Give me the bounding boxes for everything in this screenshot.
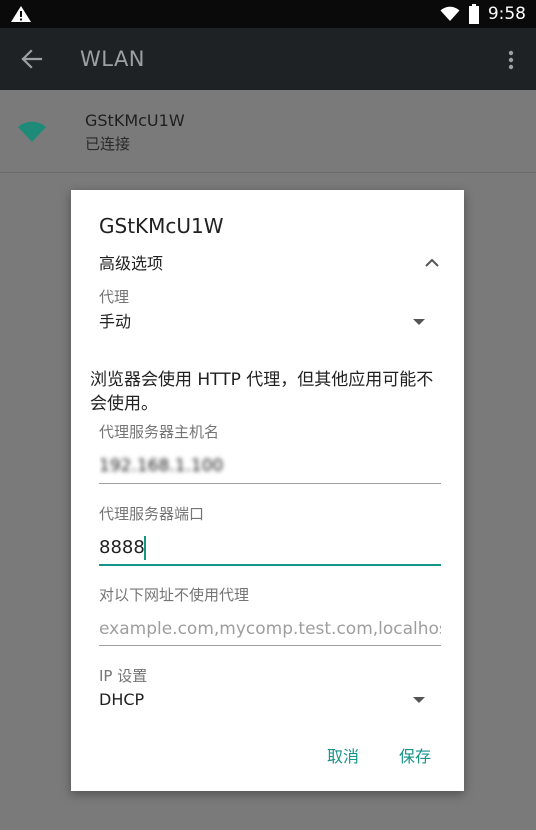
save-button[interactable]: 保存 — [395, 743, 435, 771]
wifi-dialog: GStKMcU1W 高级选项 代理 手动 浏览器会使用 HTTP 代理，但其他应… — [71, 190, 464, 791]
cancel-button[interactable]: 取消 — [323, 743, 363, 771]
bypass-label: 对以下网址不使用代理 — [99, 586, 250, 604]
back-arrow-icon[interactable] — [20, 48, 44, 70]
proxy-label: 代理 — [99, 288, 130, 306]
proxy-port-value: 8888 — [99, 537, 145, 558]
wifi-icon — [440, 6, 460, 21]
proxy-host-label: 代理服务器主机名 — [99, 423, 220, 441]
text-cursor — [144, 536, 146, 560]
bypass-input[interactable]: example.com,mycomp.test.com,localhost — [99, 616, 441, 646]
chevron-up-icon[interactable] — [423, 254, 441, 272]
dropdown-arrow-icon[interactable] — [412, 318, 426, 326]
proxy-note: 浏览器会使用 HTTP 代理，但其他应用可能不会使用。 — [90, 370, 434, 414]
status-time: 9:58 — [487, 4, 526, 24]
proxy-host-input[interactable]: 192.168.1.100 — [99, 454, 441, 484]
wifi-signal-icon — [18, 121, 46, 142]
battery-icon — [468, 4, 479, 24]
ip-settings-select[interactable]: DHCP — [99, 688, 144, 712]
proxy-select[interactable]: 手动 — [99, 310, 131, 334]
dropdown-arrow-icon[interactable] — [412, 696, 426, 704]
proxy-host-value: 192.168.1.100 — [99, 456, 224, 476]
list-divider — [0, 172, 536, 173]
warning-icon — [11, 6, 31, 22]
bypass-placeholder: example.com,mycomp.test.com,localhost — [99, 619, 441, 639]
overflow-menu-icon[interactable] — [505, 49, 517, 71]
status-icons: 9:58 — [440, 3, 526, 25]
proxy-port-input[interactable]: 8888 — [99, 534, 441, 566]
network-list-item[interactable] — [0, 90, 536, 172]
proxy-port-label: 代理服务器端口 — [99, 505, 205, 523]
dialog-title: GStKMcU1W — [99, 214, 224, 238]
app-bar-title: WLAN — [80, 47, 146, 71]
network-status: 已连接 — [85, 135, 131, 153]
network-name: GStKMcU1W — [85, 111, 185, 130]
advanced-options-toggle[interactable]: 高级选项 — [99, 252, 163, 276]
ip-settings-label: IP 设置 — [99, 667, 148, 685]
